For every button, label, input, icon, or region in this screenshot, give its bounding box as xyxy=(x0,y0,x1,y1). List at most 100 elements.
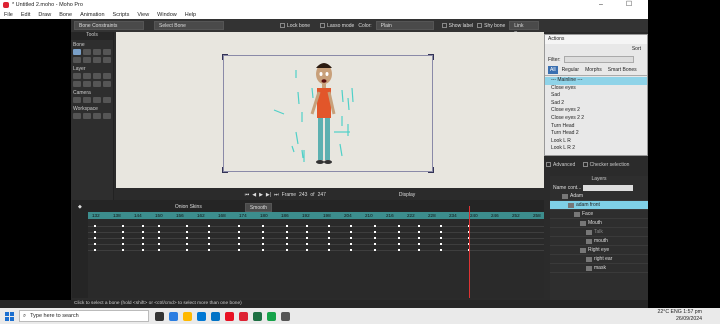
keyframe[interactable] xyxy=(418,231,420,233)
tab-all[interactable]: All xyxy=(548,66,558,74)
rotate-workspace-tool[interactable] xyxy=(93,113,101,119)
pan-camera-tool[interactable] xyxy=(103,97,111,103)
sort-button[interactable]: Sort xyxy=(632,46,641,52)
onion-skins-toggle[interactable]: Onion Skins xyxy=(175,204,202,210)
checker-selection-checkbox[interactable] xyxy=(582,162,588,168)
stage-canvas[interactable] xyxy=(116,32,544,188)
link-bones-button[interactable]: Link Bones xyxy=(509,21,540,37)
keyframe[interactable] xyxy=(350,237,352,239)
tab-regular[interactable]: Regular xyxy=(560,66,582,74)
menu-draw[interactable]: Draw xyxy=(34,12,55,18)
keyframe[interactable] xyxy=(238,249,240,251)
keyframe[interactable] xyxy=(186,231,188,233)
filter-input[interactable] xyxy=(563,56,634,63)
menu-edit[interactable]: Edit xyxy=(17,12,34,18)
action-item[interactable]: Look L R xyxy=(551,138,647,146)
keyframe[interactable] xyxy=(440,243,442,245)
action-item[interactable]: Look L R 2 xyxy=(551,145,647,153)
menu-file[interactable]: File xyxy=(0,12,17,18)
tab-smart-bones[interactable]: Smart Bones xyxy=(606,66,639,74)
keyframe[interactable] xyxy=(306,237,308,239)
translate-layer-tool[interactable] xyxy=(83,73,91,79)
timeline-ruler[interactable]: 132 138 144 150 156 162 168 174 180 186 … xyxy=(88,212,544,219)
keyframe[interactable] xyxy=(158,231,160,233)
keyframe[interactable] xyxy=(286,225,288,227)
app-icon-2[interactable] xyxy=(281,311,290,321)
shy-bone-checkbox[interactable] xyxy=(477,22,483,28)
keyframe[interactable] xyxy=(286,231,288,233)
keyframe[interactable] xyxy=(286,243,288,245)
frame-input[interactable]: 243 xyxy=(299,192,307,198)
maximize-button[interactable]: ☐ xyxy=(616,0,642,10)
keyframe[interactable] xyxy=(374,225,376,227)
keyframe[interactable] xyxy=(418,225,420,227)
keyframe[interactable] xyxy=(186,237,188,239)
playhead-marker[interactable] xyxy=(469,206,470,298)
keyframe[interactable] xyxy=(158,243,160,245)
keyframe[interactable] xyxy=(440,237,442,239)
layer-row[interactable]: mask xyxy=(550,264,648,273)
pan-workspace-tool[interactable] xyxy=(73,113,81,119)
keyframe[interactable] xyxy=(262,231,264,233)
zoom-camera-tool[interactable] xyxy=(83,97,91,103)
language[interactable]: ENG xyxy=(671,309,682,315)
layer-name-input[interactable] xyxy=(583,185,634,191)
keyframe[interactable] xyxy=(158,237,160,239)
keyframe[interactable] xyxy=(208,231,210,233)
menu-animation[interactable]: Animation xyxy=(76,12,108,18)
keyframe[interactable] xyxy=(122,237,124,239)
keyframe[interactable] xyxy=(440,249,442,251)
keyframe[interactable] xyxy=(208,243,210,245)
opera-icon[interactable] xyxy=(225,311,234,321)
keyframe[interactable] xyxy=(306,225,308,227)
keyframe[interactable] xyxy=(142,231,144,233)
keyframe[interactable] xyxy=(94,225,96,227)
excel-icon[interactable] xyxy=(253,311,262,321)
keyframe[interactable] xyxy=(440,225,442,227)
keyframe[interactable] xyxy=(328,243,330,245)
action-item[interactable]: Sad xyxy=(551,92,647,100)
keyframe[interactable] xyxy=(142,237,144,239)
keyframe[interactable] xyxy=(286,237,288,239)
add-bone-tool[interactable] xyxy=(73,57,81,63)
manipulate-bones-tool[interactable] xyxy=(103,57,111,63)
keyframe[interactable] xyxy=(238,243,240,245)
action-item[interactable]: Close eyes 2 2 xyxy=(551,115,647,123)
layer-row[interactable]: adam front xyxy=(550,201,648,210)
lock-bone-checkbox[interactable] xyxy=(280,22,285,28)
interpolation-dropdown[interactable]: Smooth xyxy=(244,202,273,212)
keyframe[interactable] xyxy=(262,237,264,239)
track-camera-tool[interactable] xyxy=(73,97,81,103)
menu-scripts[interactable]: Scripts xyxy=(109,12,134,18)
keyframe[interactable] xyxy=(94,231,96,233)
next-frame-icon[interactable]: ▶| xyxy=(266,192,271,198)
keyframe[interactable] xyxy=(122,225,124,227)
keyframe[interactable] xyxy=(208,249,210,251)
rotate-bone-tool[interactable] xyxy=(103,49,111,55)
set-origin-tool[interactable] xyxy=(73,73,81,79)
keyframe[interactable] xyxy=(158,225,160,227)
windows-start-icon[interactable] xyxy=(0,308,18,324)
show-label-checkbox[interactable] xyxy=(441,22,447,28)
play-icon[interactable]: ▶ xyxy=(259,192,263,198)
scale-bone-tool[interactable] xyxy=(93,49,101,55)
action-item[interactable]: Turn Head 2 xyxy=(551,130,647,138)
menu-bone[interactable]: Bone xyxy=(55,12,76,18)
tab-morphs[interactable]: Morphs xyxy=(583,66,604,74)
action-item[interactable]: Turn Head xyxy=(551,123,647,131)
keyframe[interactable] xyxy=(122,249,124,251)
keyframe[interactable] xyxy=(374,243,376,245)
keyframe[interactable] xyxy=(350,249,352,251)
keyframe[interactable] xyxy=(374,237,376,239)
action-item[interactable]: --- Mainline --- xyxy=(545,77,647,85)
advanced-checkbox[interactable] xyxy=(546,162,551,168)
keyframe[interactable] xyxy=(186,225,188,227)
shear-layer-tool[interactable] xyxy=(83,81,91,87)
keyframe[interactable] xyxy=(328,225,330,227)
keyframe[interactable] xyxy=(158,249,160,251)
minimize-button[interactable]: – xyxy=(588,0,614,10)
moho-taskbar-icon[interactable] xyxy=(239,311,248,321)
first-frame-icon[interactable]: ⏮ xyxy=(245,192,250,198)
lasso-mode-checkbox[interactable] xyxy=(320,22,326,28)
store-icon[interactable] xyxy=(197,311,206,321)
